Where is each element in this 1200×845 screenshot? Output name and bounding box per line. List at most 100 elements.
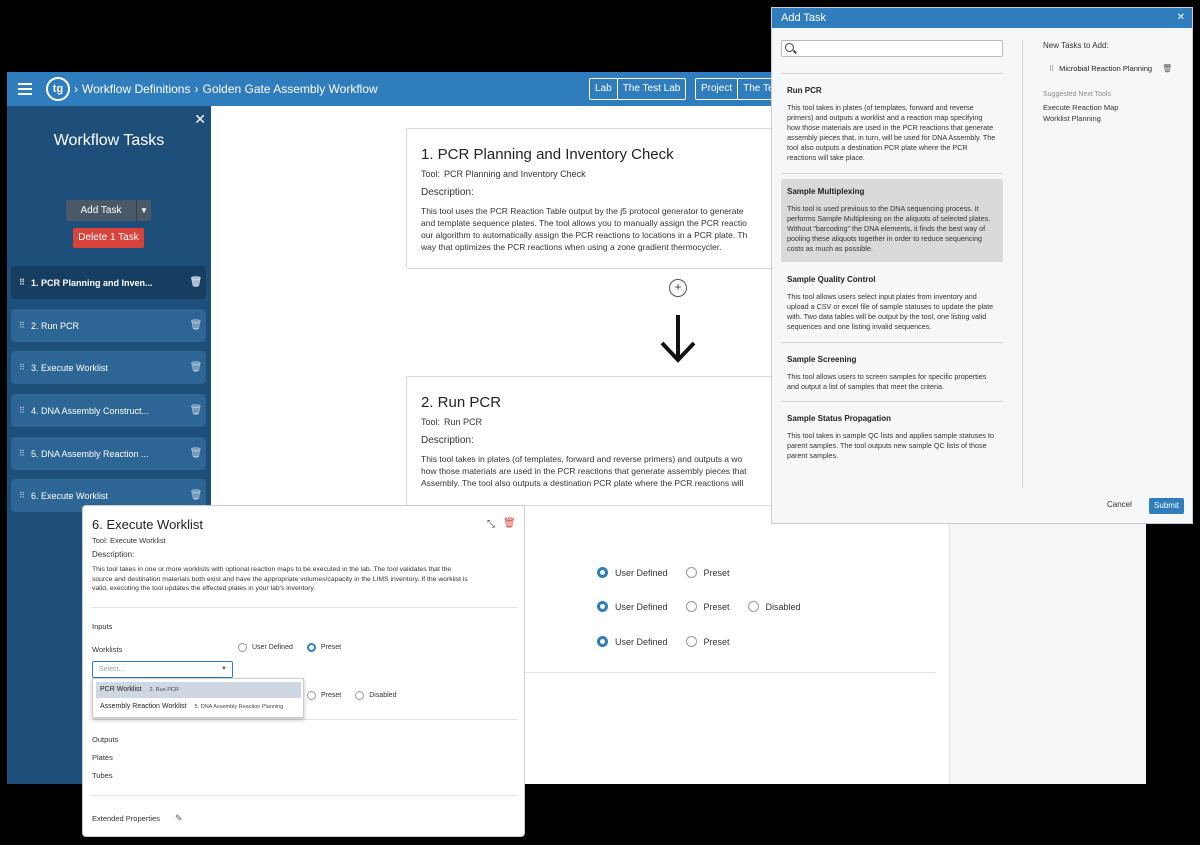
drag-handle-icon[interactable]: ⠿ (1049, 65, 1054, 73)
tool-option-sample-screening[interactable]: Sample Screening This tool allows users … (781, 347, 1003, 400)
radio-preset[interactable]: Preset (685, 636, 730, 647)
add-task-dialog: Add Task ✕ Run PCR This tool takes in pl… (771, 7, 1193, 524)
radio-button[interactable] (238, 643, 247, 652)
trash-icon[interactable]: 🗑 (186, 362, 206, 373)
cancel-button[interactable]: Cancel (1107, 500, 1132, 509)
tool-option-run-pcr[interactable]: Run PCR This tool takes in plates (of te… (781, 78, 1003, 171)
radio-preset[interactable]: Preset (685, 567, 730, 578)
radio-button[interactable] (307, 691, 316, 700)
tool-option-sample-status-propagation[interactable]: Sample Status Propagation This tool take… (781, 406, 1003, 469)
pencil-icon[interactable]: ✎ (175, 813, 183, 824)
drag-handle-icon[interactable]: ⠿ (19, 491, 31, 500)
card-description-label: Description: (421, 435, 474, 446)
submit-button[interactable]: Submit (1149, 498, 1184, 514)
desc-line: our algorithm to automatically assign th… (421, 230, 748, 240)
dropdown-option[interactable]: Assembly Reaction Worklist 5. DNA Assembl… (96, 699, 301, 715)
radio-disabled[interactable]: Disabled (747, 601, 801, 612)
radio-button[interactable] (597, 601, 608, 612)
breadcrumb-workflow-definitions[interactable]: Workflow Definitions (82, 82, 190, 96)
trash-icon[interactable]: 🗑 (503, 518, 516, 529)
radio-button[interactable] (355, 691, 365, 700)
trash-icon[interactable]: 🗑 (186, 320, 206, 331)
radio-user-defined[interactable]: User Defined (597, 601, 668, 612)
radio-preset[interactable]: Preset (685, 601, 730, 612)
add-task-button[interactable]: Add Task (66, 200, 136, 221)
close-icon[interactable]: ✕ (194, 111, 206, 128)
tool-label: Tool: (92, 536, 108, 545)
radio-button[interactable] (685, 567, 697, 578)
dialog-title: Add Task (781, 12, 827, 24)
radio-label: Preset (320, 644, 342, 651)
divider (92, 795, 517, 796)
trash-icon[interactable]: 🗑 (1162, 64, 1172, 73)
worklists-label: Worklists (92, 645, 123, 654)
drag-handle-icon[interactable]: ⠿ (19, 321, 31, 330)
tool-option-sample-multiplexing[interactable]: Sample Multiplexing This tool is used pr… (781, 179, 1003, 262)
tool-description: This tool is used previous to the DNA se… (787, 204, 991, 253)
drag-handle-icon[interactable]: ⠿ (19, 363, 31, 372)
drag-handle-icon[interactable]: ⠿ (19, 449, 31, 458)
tool-option-sample-quality-control[interactable]: Sample Quality Control This tool allows … (781, 267, 1003, 340)
chevron-right-icon: › (74, 82, 78, 96)
task-label: 5. DNA Assembly Reaction ... (31, 448, 149, 459)
worklist-select[interactable]: Select... ▼ (92, 661, 233, 678)
panel-description-label: Description: (92, 550, 135, 559)
logo[interactable]: tg (46, 77, 70, 101)
radio-preset[interactable]: Preset (306, 643, 342, 652)
sidebar-task-2[interactable]: ⠿ 2. Run PCR 🗑 (11, 309, 206, 342)
drag-handle-icon[interactable]: ⠿ (19, 278, 31, 287)
radio-label: Preset (703, 567, 730, 578)
task-card-2[interactable]: 2. Run PCR Tool: Run PCR Description: Thi… (406, 376, 806, 506)
add-step-icon[interactable]: + (669, 279, 687, 297)
radio-preset[interactable]: Preset (307, 691, 341, 700)
close-icon[interactable]: ✕ (1177, 8, 1185, 28)
radio-disabled[interactable]: Disabled (355, 691, 396, 700)
caret-down-icon[interactable]: ▼ (221, 662, 227, 677)
delete-task-button[interactable]: Delete 1 Task (73, 228, 144, 248)
desc-line: This tool takes in one or more worklists… (92, 566, 452, 573)
tubes-label: Tubes (92, 771, 113, 780)
dropdown-option[interactable]: PCR Worklist 2. Run PCR (96, 682, 301, 698)
lab-label: Lab (595, 83, 612, 94)
radio-user-defined[interactable]: User Defined (238, 643, 293, 652)
suggested-tool[interactable]: Worklist Planning (1043, 114, 1101, 123)
radio-button[interactable] (306, 643, 316, 652)
radio-button[interactable] (685, 636, 697, 647)
sidebar-task-3[interactable]: ⠿ 3. Execute Worklist 🗑 (11, 351, 206, 384)
radio-label: Preset (703, 601, 730, 612)
radio-user-defined[interactable]: User Defined (597, 567, 668, 578)
project-selector[interactable]: Project The Te (695, 78, 780, 100)
radio-label: User Defined (252, 644, 293, 651)
suggested-heading: Suggested Next Tools (1043, 91, 1111, 98)
task-card-1[interactable]: 1. PCR Planning and Inventory Check Tool… (406, 128, 806, 269)
new-task-item[interactable]: ⠿ Microbial Reaction Planning 🗑 (1049, 64, 1172, 73)
trash-icon[interactable]: 🗑 (186, 448, 206, 459)
add-task-group: Add Task ▼ (66, 200, 151, 221)
trash-icon[interactable]: 🗑 (186, 405, 206, 416)
tool-description: This tool takes in plates (of templates,… (787, 103, 996, 162)
search-input[interactable] (781, 40, 1003, 57)
drag-handle-icon[interactable]: ⠿ (19, 406, 31, 415)
card-tool: Tool: PCR Planning and Inventory Check (421, 169, 791, 179)
task-label: 4. DNA Assembly Construct... (31, 405, 150, 416)
trash-icon[interactable]: 🗑 (186, 490, 206, 501)
tool-description: This tool allows users to screen samples… (787, 372, 987, 391)
radio-user-defined[interactable]: User Defined (597, 636, 668, 647)
tool-label: Tool: (421, 417, 441, 427)
collapse-icon[interactable]: ⤡ (487, 519, 495, 530)
option-label: PCR Worklist (100, 686, 142, 693)
project-label: Project (701, 83, 733, 94)
caret-down-icon[interactable]: ▼ (136, 200, 151, 221)
suggested-tool[interactable]: Execute Reaction Map (1043, 103, 1118, 112)
panel-title: 6. Execute Worklist (92, 517, 204, 532)
radio-button[interactable] (597, 567, 608, 578)
lab-selector[interactable]: Lab The Test Lab (589, 78, 687, 100)
radio-button[interactable] (685, 601, 697, 612)
menu-icon[interactable] (18, 80, 32, 98)
trash-icon[interactable]: 🗑 (186, 277, 206, 288)
sidebar-task-5[interactable]: ⠿ 5. DNA Assembly Reaction ... 🗑 (11, 437, 206, 470)
sidebar-task-1[interactable]: ⠿ 1. PCR Planning and Inven... 🗑 (11, 266, 206, 299)
sidebar-task-4[interactable]: ⠿ 4. DNA Assembly Construct... 🗑 (11, 394, 206, 427)
radio-button[interactable] (747, 601, 759, 612)
radio-button[interactable] (597, 636, 608, 647)
